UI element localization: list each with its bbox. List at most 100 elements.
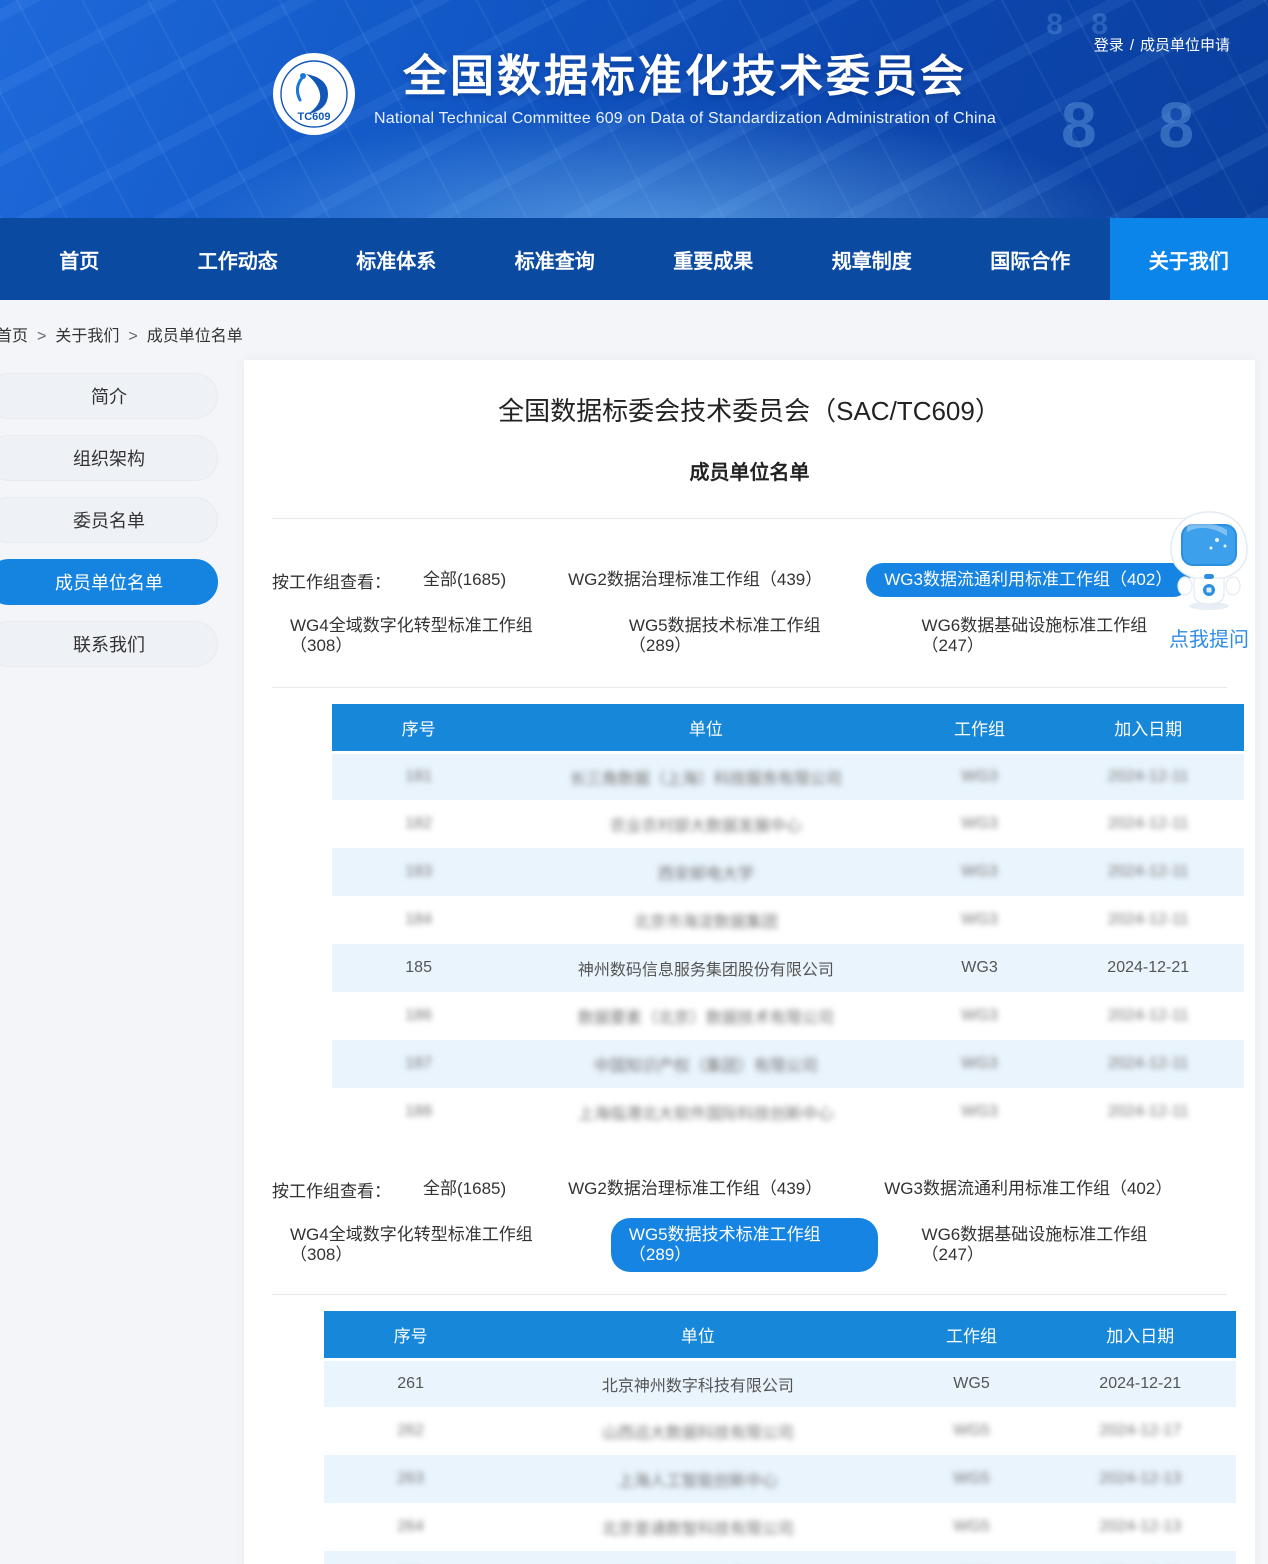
cell-unit: 长三角数据（上海）科技服务有限公司 xyxy=(505,752,906,800)
cell-workgroup: WG5 xyxy=(899,1503,1045,1551)
filter-pill[interactable]: WG4全域数字化转型标准工作组（308） xyxy=(272,1218,585,1272)
table-row: 263上海人工智能创新中心WG52024-12-13 xyxy=(324,1455,1236,1503)
assistant-robot[interactable]: 点我提问 xyxy=(1161,510,1257,652)
sidebar-item[interactable]: 委员名单 xyxy=(0,497,218,543)
cell-serial: 264 xyxy=(324,1503,497,1551)
divider xyxy=(272,687,1227,688)
table-row: 261北京神州数字科技有限公司WG52024-12-21 xyxy=(324,1359,1236,1407)
cell-unit: 北京市海淀数据集团 xyxy=(505,896,906,944)
cell-unit: 上海临港北大软件国际科技创新中心 xyxy=(505,1088,906,1136)
nav-item[interactable]: 关于我们 xyxy=(1110,218,1268,300)
cell-join-date: 2024-12-11 xyxy=(1052,848,1244,896)
cell-join-date: 2024-12-21 xyxy=(1052,944,1244,992)
breadcrumb-item[interactable]: 关于我们 xyxy=(55,328,119,345)
cell-serial: 186 xyxy=(332,992,505,1040)
breadcrumb-item: 成员单位名单 xyxy=(147,328,243,345)
table-header: 序号单位工作组加入日期 xyxy=(324,1311,1236,1359)
cell-serial: 183 xyxy=(332,848,505,896)
table-row: 262山西远大数据科技有限公司WG52024-12-17 xyxy=(324,1407,1236,1455)
filter-pill[interactable]: WG6数据基础设施标准工作组（247） xyxy=(904,1218,1201,1272)
filter-pill[interactable]: 全部(1685) xyxy=(405,563,524,597)
cell-serial: 261 xyxy=(324,1359,497,1407)
table-row: 183西安邮电大学WG32024-12-11 xyxy=(332,848,1244,896)
cell-serial: 181 xyxy=(332,752,505,800)
cell-unit: 农业农村部大数据发展中心 xyxy=(505,800,906,848)
filter-pill[interactable]: WG5数据技术标准工作组（289） xyxy=(611,1218,878,1272)
cell-join-date: 2024-12-13 xyxy=(1044,1503,1236,1551)
cell-serial: 263 xyxy=(324,1455,497,1503)
table-row: 264北京普通数智科技有限公司WG52024-12-13 xyxy=(324,1503,1236,1551)
sidebar-item[interactable]: 成员单位名单 xyxy=(0,559,218,605)
filter-pill[interactable]: WG5数据技术标准工作组（289） xyxy=(611,609,878,663)
cell-serial: 187 xyxy=(332,1040,505,1088)
nav-item[interactable]: 标准查询 xyxy=(476,218,635,300)
filter-row: WG4全域数字化转型标准工作组（308） WG5数据技术标准工作组（289） WG6… xyxy=(272,1218,1227,1272)
table-row: 186数据要素（北京）数据技术有限公司WG32024-12-11 xyxy=(332,992,1244,1040)
cell-workgroup: WG3 xyxy=(907,752,1053,800)
filter-group-label: 按工作组查看： xyxy=(272,568,391,593)
table-row: 265数据智研科技有限公司WG52024-12-21 xyxy=(324,1551,1236,1564)
cell-join-date: 2024-12-11 xyxy=(1052,896,1244,944)
table-body: 261北京神州数字科技有限公司WG52024-12-21262山西远大数据科技有… xyxy=(324,1359,1236,1564)
filter-pill[interactable]: WG3数据流通利用标准工作组（402） xyxy=(866,1172,1190,1206)
cell-workgroup: WG3 xyxy=(907,800,1053,848)
cell-join-date: 2024-12-17 xyxy=(1044,1407,1236,1455)
filter-pill[interactable]: WG4全域数字化转型标准工作组（308） xyxy=(272,609,585,663)
cell-join-date: 2024-12-11 xyxy=(1052,992,1244,1040)
cell-workgroup: WG5 xyxy=(899,1551,1045,1564)
filter-pill[interactable]: 全部(1685) xyxy=(405,1172,524,1206)
table-body: 181长三角数据（上海）科技服务有限公司WG32024-12-11182农业农村… xyxy=(332,752,1244,1136)
breadcrumb-item[interactable]: 首页 xyxy=(0,328,28,345)
page-title: 全国数据标委会技术委员会（SAC/TC609） xyxy=(244,360,1255,428)
table-row: 182农业农村部大数据发展中心WG32024-12-11 xyxy=(332,800,1244,848)
filter-pill[interactable]: WG2数据治理标准工作组（439） xyxy=(550,563,840,597)
cell-workgroup: WG3 xyxy=(907,1040,1053,1088)
site-subtitle: National Technical Committee 609 on Data… xyxy=(374,110,996,128)
cell-unit: 神州数码信息服务集团股份有限公司 xyxy=(505,944,906,992)
filter-row: 按工作组查看：全部(1685)WG2数据治理标准工作组（439）WG3数据流通利… xyxy=(272,1172,1227,1206)
nav-item[interactable]: 重要成果 xyxy=(634,218,793,300)
site-logo[interactable]: TC609 xyxy=(272,52,356,136)
cell-workgroup: WG3 xyxy=(907,944,1053,992)
breadcrumb-separator: > xyxy=(128,328,137,345)
cell-unit: 山西远大数据科技有限公司 xyxy=(497,1407,898,1455)
member-table: 序号单位工作组加入日期181长三角数据（上海）科技服务有限公司WG32024-1… xyxy=(332,704,1244,1136)
cell-serial: 185 xyxy=(332,944,505,992)
sidebar-item[interactable]: 组织架构 xyxy=(0,435,218,481)
cell-workgroup: WG5 xyxy=(899,1455,1045,1503)
cell-unit: 数据智研科技有限公司 xyxy=(497,1551,898,1564)
cell-unit: 西安邮电大学 xyxy=(505,848,906,896)
filter-pill[interactable]: WG6数据基础设施标准工作组（247） xyxy=(904,609,1201,663)
cell-join-date: 2024-12-21 xyxy=(1044,1359,1236,1407)
column-header: 单位 xyxy=(505,704,906,752)
sidebar: 简介组织架构委员名单成员单位名单联系我们 xyxy=(0,360,218,683)
tc609-logo-icon: TC609 xyxy=(272,52,356,136)
column-header: 加入日期 xyxy=(1052,704,1244,752)
cell-serial: 184 xyxy=(332,896,505,944)
cell-workgroup: WG3 xyxy=(907,992,1053,1040)
breadcrumb-separator: > xyxy=(37,328,46,345)
nav-item[interactable]: 国际合作 xyxy=(951,218,1110,300)
cell-join-date: 2024-12-11 xyxy=(1052,800,1244,848)
brand-text: 全国数据标准化技术委员会 National Technical Committe… xyxy=(374,52,996,128)
cell-workgroup: WG5 xyxy=(899,1359,1045,1407)
table-row: 188上海临港北大软件国际科技创新中心WG32024-12-11 xyxy=(332,1088,1244,1136)
sidebar-item[interactable]: 联系我们 xyxy=(0,621,218,667)
column-header: 序号 xyxy=(332,704,505,752)
filter-pill[interactable]: WG2数据治理标准工作组（439） xyxy=(550,1172,840,1206)
nav-item[interactable]: 首页 xyxy=(0,218,159,300)
page-subtitle: 成员单位名单 xyxy=(244,456,1255,485)
assistant-label[interactable]: 点我提问 xyxy=(1161,623,1257,652)
cell-join-date: 2024-12-11 xyxy=(1052,752,1244,800)
nav-item[interactable]: 标准体系 xyxy=(317,218,476,300)
cell-workgroup: WG5 xyxy=(899,1407,1045,1455)
cell-join-date: 2024-12-11 xyxy=(1052,1040,1244,1088)
sidebar-item[interactable]: 简介 xyxy=(0,373,218,419)
nav-item[interactable]: 工作动态 xyxy=(159,218,318,300)
nav-item[interactable]: 规章制度 xyxy=(793,218,952,300)
hero-header: 8 8 8 8 登录/成员单位申请 TC609 全国数据标准化技术委员会 Nat… xyxy=(0,0,1268,218)
cell-serial: 182 xyxy=(332,800,505,848)
cell-workgroup: WG3 xyxy=(907,896,1053,944)
filter-pill[interactable]: WG3数据流通利用标准工作组（402） xyxy=(866,563,1190,597)
table-row: 185神州数码信息服务集团股份有限公司WG32024-12-21 xyxy=(332,944,1244,992)
